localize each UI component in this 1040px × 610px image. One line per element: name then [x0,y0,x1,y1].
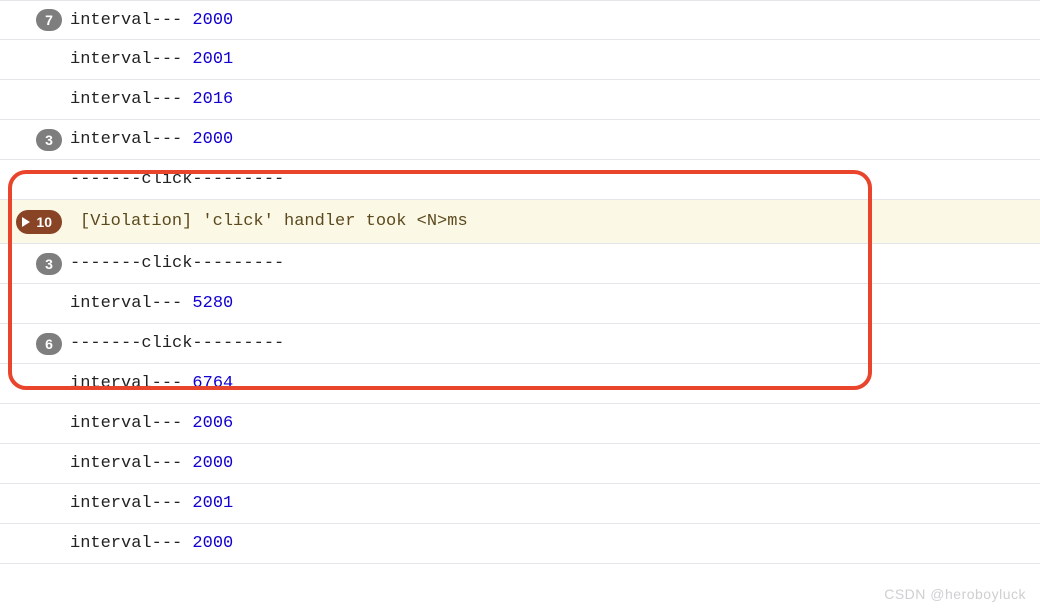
log-row[interactable]: interval--- 2000 [0,444,1040,484]
log-row[interactable]: 3 interval--- 2000 [0,120,1040,160]
violation-row[interactable]: 10 [Violation] 'click' handler took <N>m… [0,200,1040,244]
log-content: interval--- 2001 [62,50,233,69]
log-row[interactable]: interval--- 2000 [0,524,1040,564]
log-label: interval--- [70,374,192,393]
log-value: 6764 [192,374,233,393]
violation-count: 10 [36,215,52,229]
log-value: 2000 [192,130,233,149]
log-content: interval--- 2000 [62,454,233,473]
count-badge: 3 [36,253,62,275]
log-label: interval--- [70,454,192,473]
count-badge: 6 [36,333,62,355]
log-content: -------click--------- [62,254,284,273]
log-value: 5280 [192,294,233,313]
log-value: 2001 [192,50,233,69]
log-value: 2006 [192,414,233,433]
count-badge: 3 [36,129,62,151]
log-row[interactable]: 7 interval--- 2000 [0,0,1040,40]
log-content: interval--- 2016 [62,90,233,109]
count-badge: 7 [36,9,62,31]
click-separator: -------click--------- [70,334,284,353]
click-separator: -------click--------- [70,170,284,189]
log-content: interval--- 2006 [62,414,233,433]
violation-badge[interactable]: 10 [16,210,62,234]
log-content: interval--- 2000 [62,11,233,30]
log-label: interval--- [70,11,192,30]
log-label: interval--- [70,50,192,69]
log-row[interactable]: interval--- 2001 [0,484,1040,524]
log-content: -------click--------- [62,334,284,353]
console-log-list: 7 interval--- 2000 interval--- 2001 inte… [0,0,1040,564]
log-label: interval--- [70,130,192,149]
log-row[interactable]: -------click--------- [0,160,1040,200]
log-value: 2016 [192,90,233,109]
log-label: interval--- [70,294,192,313]
log-value: 2000 [192,454,233,473]
log-row[interactable]: interval--- 6764 [0,364,1040,404]
log-label: interval--- [70,90,192,109]
watermark: CSDN @heroboyluck [884,586,1026,602]
log-label: interval--- [70,414,192,433]
violation-message: [Violation] 'click' handler took <N>ms [62,212,468,231]
log-content: interval--- 5280 [62,294,233,313]
log-row[interactable]: interval--- 2016 [0,80,1040,120]
log-content: interval--- 6764 [62,374,233,393]
log-content: interval--- 2000 [62,534,233,553]
log-content: interval--- 2001 [62,494,233,513]
log-value: 2000 [192,11,233,30]
log-content: interval--- 2000 [62,130,233,149]
expand-icon [22,217,30,227]
click-separator: -------click--------- [70,254,284,273]
log-row[interactable]: interval--- 2006 [0,404,1040,444]
log-label: interval--- [70,534,192,553]
log-label: interval--- [70,494,192,513]
log-value: 2000 [192,534,233,553]
log-row[interactable]: interval--- 2001 [0,40,1040,80]
log-row[interactable]: interval--- 5280 [0,284,1040,324]
log-row[interactable]: 6 -------click--------- [0,324,1040,364]
log-value: 2001 [192,494,233,513]
log-row[interactable]: 3 -------click--------- [0,244,1040,284]
log-content: -------click--------- [62,170,284,189]
